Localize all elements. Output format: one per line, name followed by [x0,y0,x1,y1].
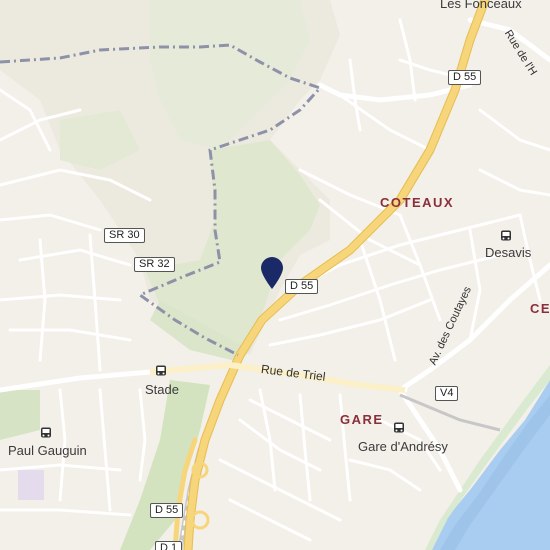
bus-stop-icon[interactable] [393,422,405,434]
bus-stop-label-desavis[interactable]: Desavis [485,246,531,259]
road-shield-d55-north: D 55 [448,70,482,85]
bus-stop-label-paul-gauguin[interactable]: Paul Gauguin [8,444,87,457]
place-coteaux: COTEAUX [380,195,455,210]
map-view[interactable]: Les Fonceaux COTEAUX GARE CE D 55 D 55 D… [0,0,550,550]
bus-stop-icon[interactable] [500,230,512,242]
place-gare: GARE [340,412,384,427]
bus-stop-label-gare-andresy[interactable]: Gare d'Andrésy [358,440,448,453]
place-les-fonceaux: Les Fonceaux [440,0,522,11]
road-shield-d1: D 1 [155,541,183,550]
road-shield-sr30: SR 30 [104,228,145,243]
bus-stop-icon[interactable] [40,427,52,439]
location-pin-icon[interactable] [259,256,285,290]
road-shield-d55-center: D 55 [285,279,319,294]
road-shield-v4: V4 [435,386,459,401]
road-shield-sr32: SR 32 [134,257,175,272]
place-ce: CE [530,301,550,316]
bus-stop-label-stade[interactable]: Stade [145,383,179,396]
road-shield-d55-south: D 55 [150,503,184,518]
bus-stop-icon[interactable] [155,365,167,377]
